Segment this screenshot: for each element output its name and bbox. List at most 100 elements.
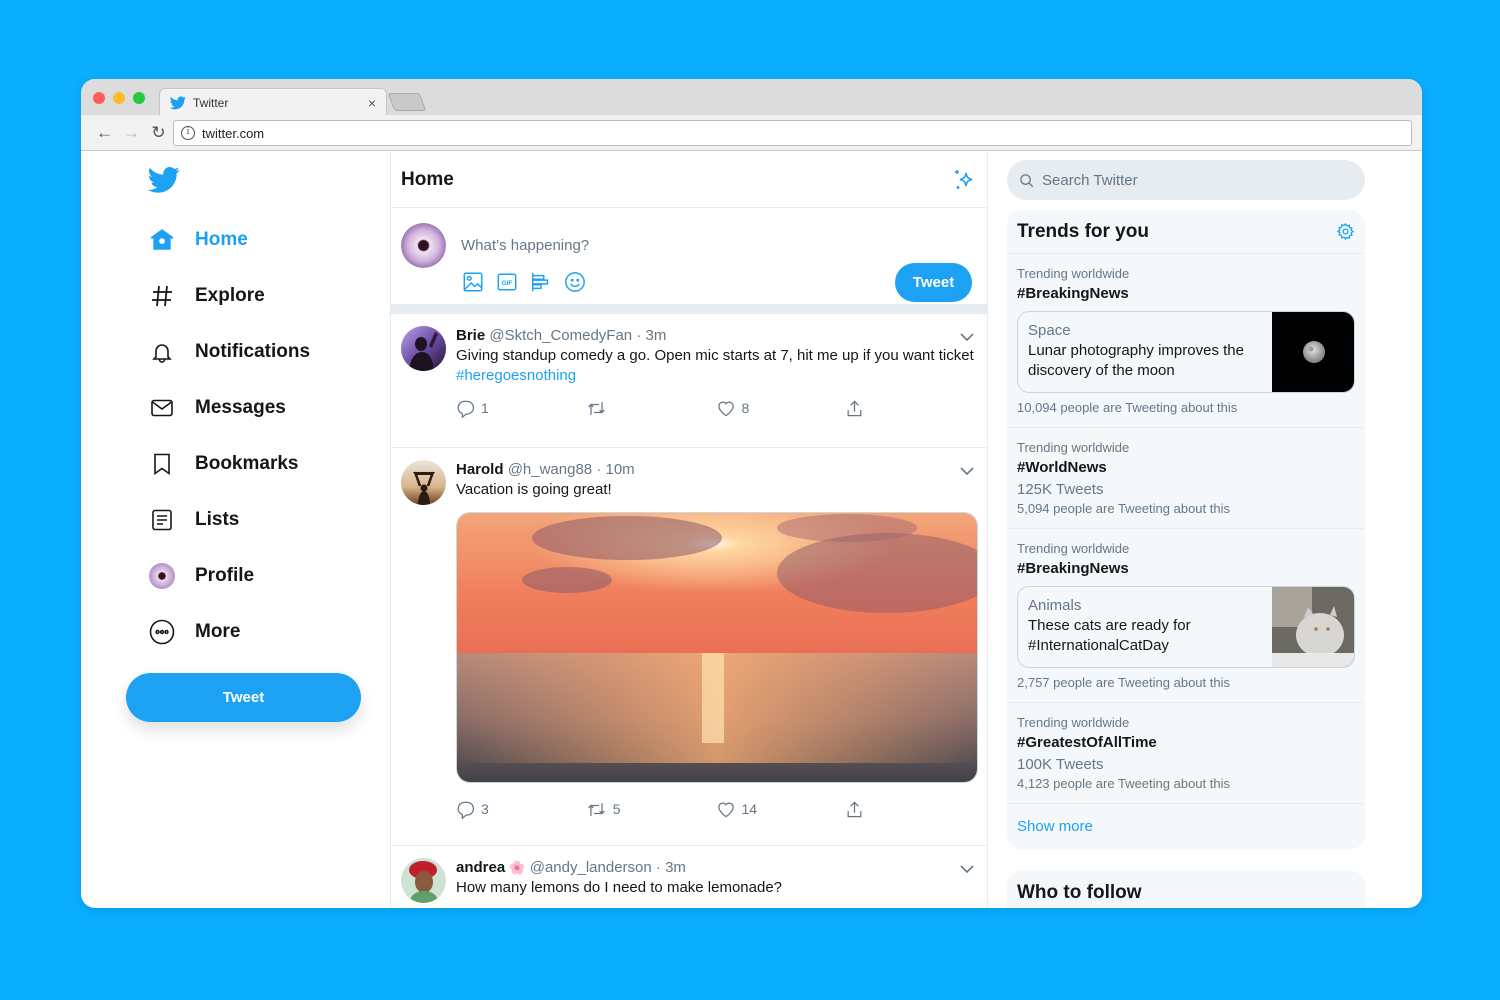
retweet-button[interactable]: 5 — [586, 800, 716, 819]
chevron-down-icon[interactable] — [959, 861, 975, 877]
trend-hashtag[interactable]: #BreakingNews — [1017, 557, 1355, 581]
tweet[interactable]: Brie @Sktch_ComedyFan · 3m Giving standu… — [391, 314, 987, 448]
tweet-photo-sunset[interactable] — [456, 512, 978, 783]
tweet-author-handle[interactable]: @Sktch_ComedyFan — [489, 327, 632, 344]
search-box[interactable] — [1007, 160, 1365, 200]
chevron-down-icon[interactable] — [959, 463, 975, 479]
card-headline: These cats are ready for #InternationalC… — [1028, 617, 1191, 654]
list-icon — [149, 507, 175, 533]
tweet-time[interactable]: 3m — [665, 859, 686, 876]
sparkle-icon[interactable] — [951, 167, 977, 193]
trend-hashtag[interactable]: #GreatestOfAllTime — [1017, 731, 1355, 755]
tweet-text: Vacation is going great! — [456, 481, 612, 498]
timeline-header: Home — [391, 152, 987, 208]
tweet-author-name[interactable]: andrea — [456, 859, 505, 876]
hashtag-icon — [149, 283, 175, 309]
nav-item-messages[interactable]: Messages — [149, 388, 286, 428]
show-more-link[interactable]: Show more — [1007, 804, 1365, 849]
reload-button[interactable]: ↻ — [145, 123, 172, 143]
emoji-icon[interactable] — [563, 270, 586, 293]
share-button[interactable] — [845, 399, 975, 418]
page-title: Home — [401, 168, 454, 190]
trend-hashtag[interactable]: #WorldNews — [1017, 456, 1355, 480]
search-input[interactable] — [1042, 171, 1322, 189]
tweet-avatar[interactable] — [401, 460, 446, 505]
browser-toolbar: ← → ↻ i twitter.com — [81, 115, 1422, 151]
nav-item-explore[interactable]: Explore — [149, 276, 265, 316]
reply-icon — [457, 801, 475, 819]
forward-button[interactable]: → — [118, 123, 145, 143]
compose-input[interactable]: What’s happening? — [461, 237, 589, 254]
card-category: Animals — [1028, 597, 1082, 614]
trend-hashtag[interactable]: #BreakingNews — [1017, 282, 1355, 306]
trend-context: Trending worldwide — [1017, 715, 1130, 730]
left-navigation: Home Explore Notifications Messages Book… — [81, 152, 390, 908]
nav-item-bookmarks[interactable]: Bookmarks — [149, 444, 299, 484]
nav-item-profile[interactable]: Profile — [149, 556, 254, 596]
trend-item[interactable]: Trending worldwide #WorldNews 125K Tweet… — [1007, 428, 1365, 529]
like-button[interactable]: 8 — [716, 399, 846, 418]
address-text: twitter.com — [202, 125, 265, 141]
gear-icon[interactable] — [1336, 222, 1355, 241]
reply-button[interactable]: 3 — [456, 800, 586, 819]
address-bar[interactable]: i twitter.com — [173, 120, 1412, 146]
poll-icon[interactable] — [529, 270, 552, 293]
nav-label: Notifications — [195, 341, 311, 362]
maximize-window-button[interactable] — [133, 92, 145, 104]
tweet-text: How many lemons do I need to make lemona… — [456, 879, 783, 896]
chevron-down-icon[interactable] — [959, 329, 975, 345]
tweet-button[interactable]: Tweet — [126, 673, 361, 722]
profile-avatar — [149, 563, 175, 589]
window-controls — [93, 92, 145, 104]
tweet-separator: · — [655, 859, 666, 876]
tweet-avatar[interactable] — [401, 858, 446, 903]
envelope-icon — [149, 395, 175, 421]
nav-item-notifications[interactable]: Notifications — [149, 332, 310, 372]
minimize-window-button[interactable] — [113, 92, 125, 104]
image-icon[interactable] — [461, 270, 484, 293]
compose-tweet-button[interactable]: Tweet — [895, 263, 972, 302]
new-tab-button[interactable] — [387, 93, 427, 111]
more-icon — [149, 619, 175, 645]
close-tab-icon[interactable]: × — [368, 95, 376, 111]
twitter-logo-icon[interactable] — [148, 166, 180, 194]
tweet-text: Giving standup comedy a go. Open mic sta… — [456, 346, 975, 386]
tweet-author-handle[interactable]: @h_wang88 — [508, 461, 592, 478]
retweet-count: 5 — [612, 801, 621, 817]
tweet-author-name[interactable]: Harold — [456, 461, 504, 478]
tweet[interactable]: Harold @h_wang88 · 10m Vacation is going… — [391, 448, 987, 846]
like-count: 14 — [741, 801, 758, 817]
trends-title: Trends for you — [1017, 220, 1149, 242]
trend-context: Trending worldwide — [1017, 541, 1130, 556]
nav-item-more[interactable]: More — [149, 612, 240, 652]
info-icon[interactable]: i — [181, 126, 195, 140]
tweet-author-handle[interactable]: @andy_landerson — [530, 859, 652, 876]
share-button[interactable] — [845, 800, 975, 819]
nav-item-lists[interactable]: Lists — [149, 500, 239, 540]
nav-item-home[interactable]: Home — [149, 220, 248, 260]
tweet-time[interactable]: 10m — [606, 461, 635, 478]
trend-item[interactable]: Trending worldwide #BreakingNews Animals… — [1007, 529, 1365, 703]
trend-news-card[interactable]: Animals These cats are ready for #Intern… — [1017, 586, 1355, 668]
browser-tab[interactable]: Twitter × — [159, 88, 387, 116]
trend-item[interactable]: Trending worldwide #GreatestOfAllTime 10… — [1007, 703, 1365, 804]
share-icon — [847, 800, 862, 817]
tweet-hashtag[interactable]: #heregoesnothing — [456, 367, 576, 384]
who-to-follow-title: Who to follow — [1017, 882, 1142, 903]
gif-icon[interactable]: GIF — [495, 270, 518, 293]
compose-tools: GIF — [461, 270, 586, 293]
tweet-time[interactable]: 3m — [646, 327, 667, 344]
trend-news-card[interactable]: Space Lunar photography improves the dis… — [1017, 311, 1355, 393]
home-icon — [149, 227, 175, 253]
tweet[interactable]: andrea 🌸 @andy_landerson · 3m How many l… — [391, 846, 987, 908]
back-button[interactable]: ← — [91, 123, 118, 143]
moon-thumbnail — [1272, 312, 1354, 392]
tweet-avatar[interactable] — [401, 326, 446, 371]
close-window-button[interactable] — [93, 92, 105, 104]
retweet-button[interactable] — [586, 399, 716, 418]
like-button[interactable]: 14 — [716, 800, 846, 819]
tweet-author-name[interactable]: Brie — [456, 327, 485, 344]
tweet-actions: 1 8 — [456, 396, 975, 420]
reply-button[interactable]: 1 — [456, 399, 586, 418]
trend-item[interactable]: Trending worldwide #BreakingNews Space L… — [1007, 254, 1365, 428]
